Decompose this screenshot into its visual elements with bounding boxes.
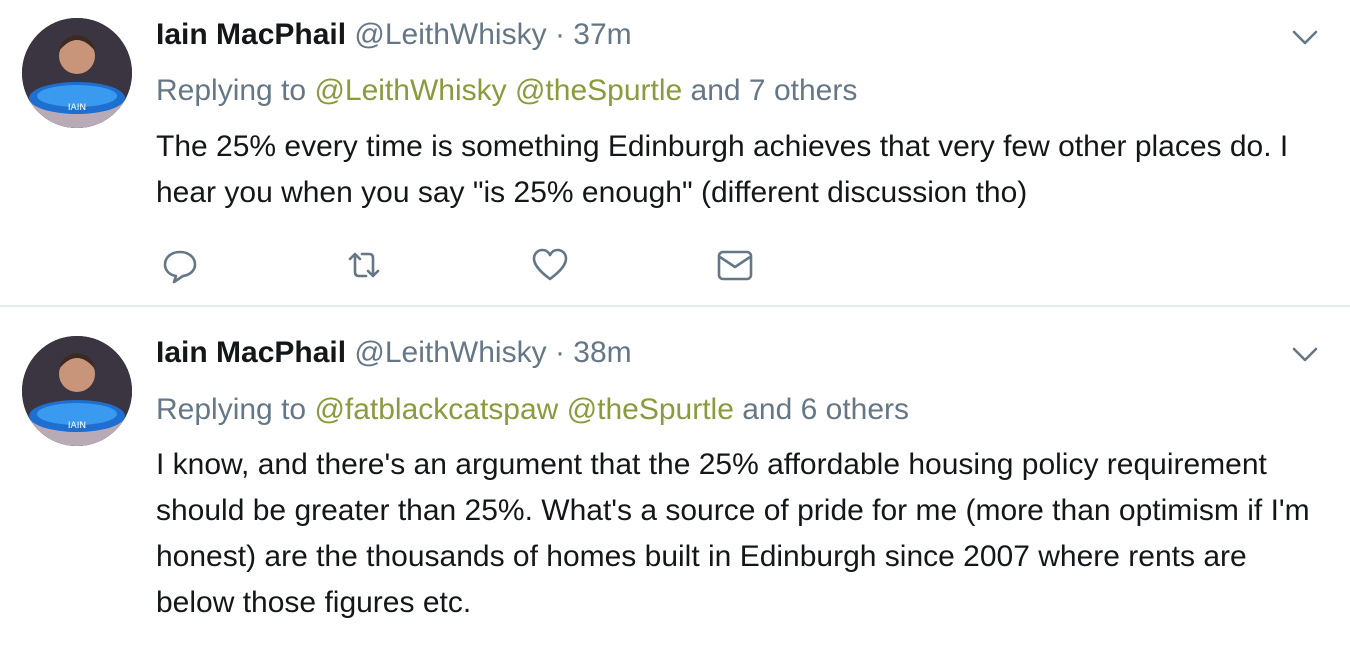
avatar[interactable]: IAIN xyxy=(22,336,132,446)
retweet-icon xyxy=(348,252,380,278)
reply-button[interactable] xyxy=(158,243,202,287)
retweet-button[interactable] xyxy=(342,243,386,287)
chevron-down-icon xyxy=(1292,30,1318,45)
tweet-menu-button[interactable] xyxy=(1290,22,1320,52)
replying-to: Replying to @fatblackcatspaw @theSpurtle… xyxy=(156,390,909,430)
tweet-actions xyxy=(156,243,856,287)
mention-link[interactable]: @theSpurtle xyxy=(567,393,734,426)
reply-icon xyxy=(163,250,197,284)
tweet-menu-button[interactable] xyxy=(1290,339,1320,369)
user-handle[interactable]: @LeithWhisky xyxy=(354,336,546,369)
tweet-text: The 25% every time is something Edinburg… xyxy=(156,130,1289,209)
envelope-icon xyxy=(717,250,753,281)
separator-dot: · xyxy=(554,18,565,51)
mention-link[interactable]: @fatblackcatspaw xyxy=(314,393,558,426)
timestamp[interactable]: 37m xyxy=(573,18,631,51)
direct-message-button[interactable] xyxy=(713,243,757,287)
chevron-down-icon xyxy=(1292,347,1318,362)
avatar-image: IAIN xyxy=(22,18,132,128)
tweet-header: Iain MacPhail @LeithWhisky · 38m xyxy=(156,333,632,373)
replying-to: Replying to @LeithWhisky @theSpurtle and… xyxy=(156,71,857,111)
mention-link[interactable]: @LeithWhisky xyxy=(314,74,506,107)
replying-others-link[interactable]: and 7 others xyxy=(691,74,858,107)
heart-icon xyxy=(532,248,568,281)
timestamp[interactable]: 38m xyxy=(573,336,631,369)
replying-prefix: Replying to xyxy=(156,74,307,107)
display-name[interactable]: Iain MacPhail xyxy=(156,336,346,369)
avatar-image: IAIN xyxy=(22,336,132,446)
tweet-text: I know, and there's an argument that the… xyxy=(156,448,1310,619)
like-button[interactable] xyxy=(528,243,572,287)
replying-others-link[interactable]: and 6 others xyxy=(742,393,909,426)
user-handle[interactable]: @LeithWhisky xyxy=(354,18,546,51)
display-name[interactable]: Iain MacPhail xyxy=(156,18,346,51)
avatar-logo-text: IAIN xyxy=(68,421,86,431)
tweet-header: Iain MacPhail @LeithWhisky · 37m xyxy=(156,15,632,55)
avatar[interactable]: IAIN xyxy=(22,18,132,128)
tweet[interactable]: IAIN Iain MacPhail @LeithWhisky · 37m Re… xyxy=(0,0,1350,307)
avatar-logo-text: IAIN xyxy=(68,103,86,113)
separator-dot: · xyxy=(554,336,565,369)
mention-link[interactable]: @theSpurtle xyxy=(515,74,682,107)
tweet[interactable]: IAIN Iain MacPhail @LeithWhisky · 38m Re… xyxy=(0,307,1350,648)
replying-prefix: Replying to xyxy=(156,393,307,426)
